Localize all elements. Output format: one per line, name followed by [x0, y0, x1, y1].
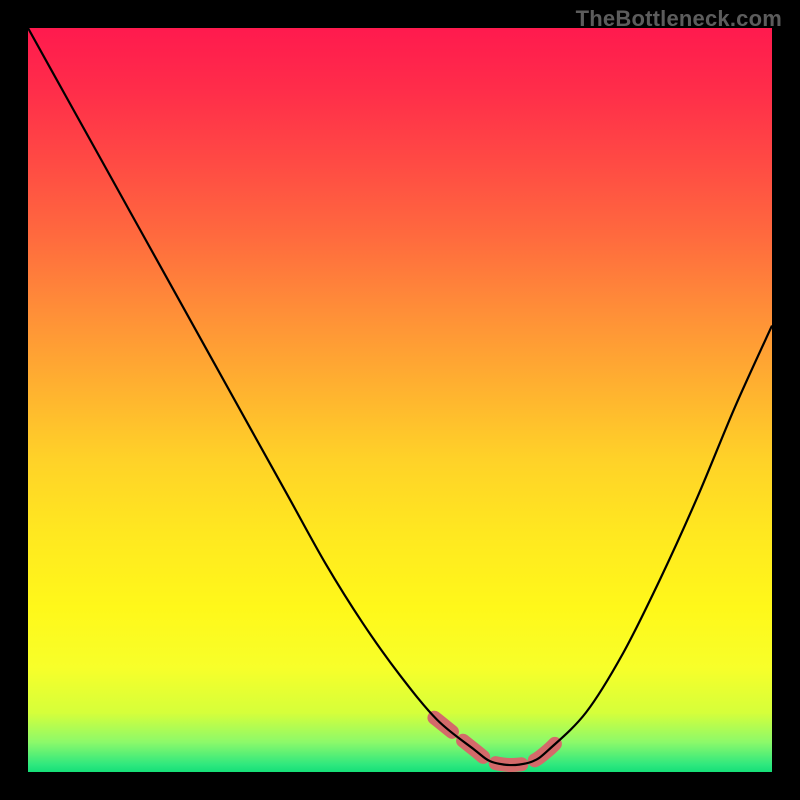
- chart-frame: TheBottleneck.com: [0, 0, 800, 800]
- optimal-region-highlight: [434, 718, 563, 765]
- plot-area: [28, 28, 772, 772]
- curve-svg: [28, 28, 772, 772]
- bottleneck-curve-line: [28, 28, 772, 765]
